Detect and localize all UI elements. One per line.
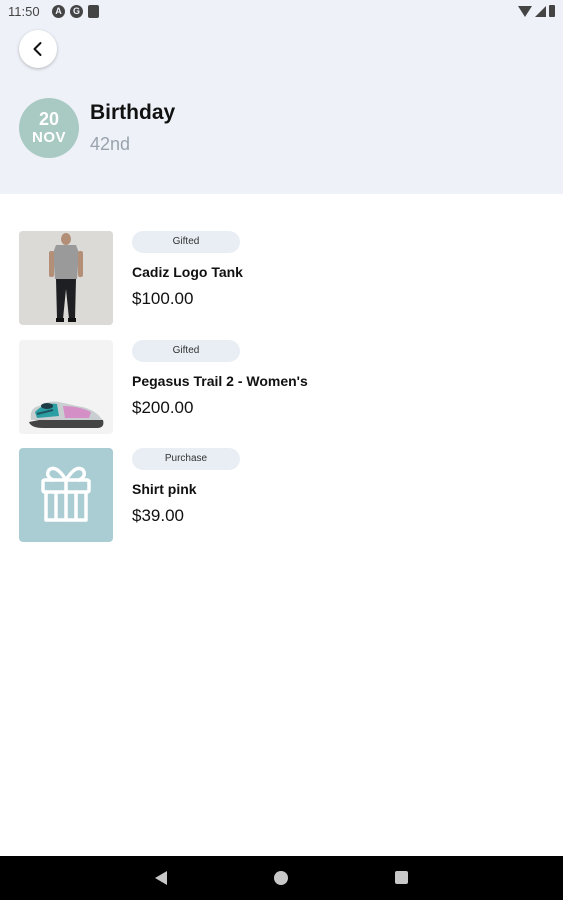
sd-card-icon: [88, 5, 99, 18]
item-name: Pegasus Trail 2 - Women's: [132, 373, 308, 389]
status-badge: Gifted: [132, 340, 240, 362]
wifi-icon: [518, 6, 532, 17]
item-name: Cadiz Logo Tank: [132, 264, 243, 280]
list-item[interactable]: Purchase Shirt pink $39.00: [19, 448, 539, 542]
notification-icon: G: [70, 5, 83, 18]
nav-back-icon[interactable]: [155, 871, 167, 885]
signal-icon: [535, 6, 546, 17]
event-title: Birthday: [90, 101, 176, 124]
product-image: [19, 231, 113, 325]
chevron-left-icon: [33, 42, 42, 56]
list-item[interactable]: Gifted Cadiz Logo Tank $100.00: [19, 231, 539, 325]
nav-home-icon[interactable]: [274, 871, 288, 885]
notification-icon: A: [52, 5, 65, 18]
status-badge: Purchase: [132, 448, 240, 470]
date-month: NOV: [31, 128, 66, 146]
status-time: 11:50: [8, 4, 40, 19]
product-image: [19, 340, 113, 434]
date-badge: 20 NOV: [19, 98, 79, 158]
gift-icon: [19, 448, 113, 542]
nav-recents-icon[interactable]: [395, 871, 408, 884]
item-price: $39.00: [132, 506, 184, 525]
item-price: $200.00: [132, 398, 194, 417]
item-name: Shirt pink: [132, 481, 197, 497]
date-day: 20: [38, 108, 60, 129]
item-price: $100.00: [132, 289, 194, 308]
event-subtitle: 42nd: [90, 134, 131, 154]
back-button[interactable]: [19, 30, 57, 68]
list-item[interactable]: Gifted Pegasus Trail 2 - Women's $200.00: [19, 340, 539, 434]
header-area: [0, 0, 563, 194]
status-badge: Gifted: [132, 231, 240, 253]
status-bar: 11:50 A G: [0, 0, 563, 24]
system-nav-bar: [0, 856, 563, 900]
battery-icon: [549, 5, 555, 17]
